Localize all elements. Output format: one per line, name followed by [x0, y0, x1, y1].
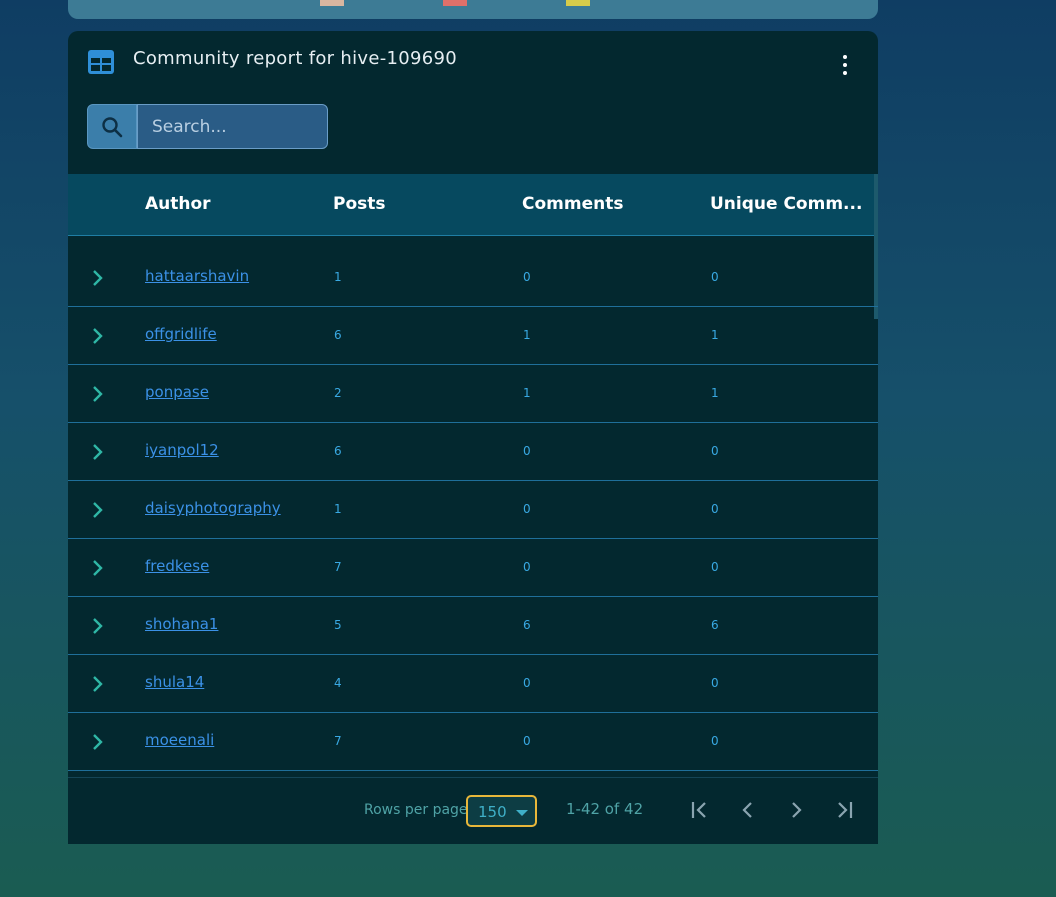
table-header: Author Posts Comments Unique Comm... [68, 174, 878, 236]
author-link[interactable]: offgridlife [145, 325, 217, 343]
unique-comments-cell: 0 [711, 734, 719, 748]
search-icon [102, 116, 123, 137]
search-bar [87, 104, 329, 149]
expand-row-icon[interactable] [90, 558, 106, 578]
legend-swatch [320, 0, 344, 6]
author-link[interactable]: daisyphotography [145, 499, 281, 517]
posts-cell: 6 [334, 444, 342, 458]
unique-comments-cell: 0 [711, 676, 719, 690]
comments-cell: 0 [523, 734, 531, 748]
author-link[interactable]: shohana1 [145, 615, 218, 633]
more-vertical-icon[interactable] [834, 51, 856, 79]
rows-per-page-label: Rows per page: [364, 802, 473, 818]
rows-per-page-select[interactable]: 150 [466, 795, 537, 827]
table-row: iyanpol12 6 0 0 [68, 423, 878, 481]
table-row: moeenali 7 0 0 [68, 713, 878, 771]
expand-row-icon[interactable] [90, 268, 106, 288]
community-report-card: Community report for hive-109690 Author … [68, 31, 878, 844]
author-link[interactable]: moeenali [145, 731, 214, 749]
posts-cell: 5 [334, 618, 342, 632]
unique-comments-cell: 1 [711, 386, 719, 400]
legend-swatch [443, 0, 467, 6]
rows-per-page-value: 150 [478, 803, 507, 821]
search-input[interactable] [137, 104, 328, 149]
expand-row-icon[interactable] [90, 500, 106, 520]
pagination-bar: Rows per page: 150 1-42 of 42 [68, 777, 878, 844]
expand-row-icon[interactable] [90, 616, 106, 636]
posts-cell: 1 [334, 502, 342, 516]
unique-comments-cell: 0 [711, 270, 719, 284]
comments-cell: 0 [523, 560, 531, 574]
author-link[interactable]: shula14 [145, 673, 204, 691]
table-row: hattaarshavin 1 0 0 [68, 249, 878, 307]
comments-cell: 0 [523, 502, 531, 516]
column-header-author[interactable]: Author [145, 194, 211, 214]
table-row: daisyphotography 1 0 0 [68, 481, 878, 539]
comments-cell: 0 [523, 676, 531, 690]
column-header-comments[interactable]: Comments [522, 194, 623, 214]
expand-row-icon[interactable] [90, 674, 106, 694]
comments-cell: 6 [523, 618, 531, 632]
author-link[interactable]: hattaarshavin [145, 267, 249, 285]
search-button[interactable] [87, 104, 137, 149]
author-link[interactable]: ponpase [145, 383, 209, 401]
card-title: Community report for hive-109690 [133, 48, 458, 69]
first-page-icon[interactable] [688, 798, 712, 822]
comments-cell: 0 [523, 444, 531, 458]
card-header: Community report for hive-109690 [68, 31, 878, 91]
expand-row-icon[interactable] [90, 442, 106, 462]
unique-comments-cell: 6 [711, 618, 719, 632]
posts-cell: 7 [334, 734, 342, 748]
table-body: hattaarshavin 1 0 0 offgridlife 6 1 1 po… [68, 249, 878, 777]
posts-cell: 1 [334, 270, 342, 284]
column-header-unique-comments[interactable]: Unique Comm... [710, 194, 862, 214]
posts-cell: 2 [334, 386, 342, 400]
table-row: fredkese 7 0 0 [68, 539, 878, 597]
comments-cell: 0 [523, 270, 531, 284]
expand-row-icon[interactable] [90, 384, 106, 404]
pagination-range: 1-42 of 42 [566, 800, 644, 818]
table-row: shula14 4 0 0 [68, 655, 878, 713]
last-page-icon[interactable] [832, 798, 856, 822]
unique-comments-cell: 0 [711, 444, 719, 458]
table-row: offgridlife 6 1 1 [68, 307, 878, 365]
comments-cell: 1 [523, 328, 531, 342]
unique-comments-cell: 0 [711, 502, 719, 516]
expand-row-icon[interactable] [90, 732, 106, 752]
posts-cell: 6 [334, 328, 342, 342]
previous-page-icon[interactable] [736, 798, 760, 822]
comments-cell: 1 [523, 386, 531, 400]
table-icon [88, 50, 114, 74]
expand-row-icon[interactable] [90, 326, 106, 346]
column-header-posts[interactable]: Posts [333, 194, 386, 214]
table-row: shohana1 5 6 6 [68, 597, 878, 655]
author-link[interactable]: fredkese [145, 557, 209, 575]
table-row: ponpase 2 1 1 [68, 365, 878, 423]
legend-swatch [566, 0, 590, 6]
unique-comments-cell: 1 [711, 328, 719, 342]
posts-cell: 7 [334, 560, 342, 574]
unique-comments-cell: 0 [711, 560, 719, 574]
next-page-icon[interactable] [784, 798, 808, 822]
chevron-down-icon [516, 810, 528, 816]
chart-legend-strip [68, 0, 878, 19]
author-link[interactable]: iyanpol12 [145, 441, 219, 459]
posts-cell: 4 [334, 676, 342, 690]
